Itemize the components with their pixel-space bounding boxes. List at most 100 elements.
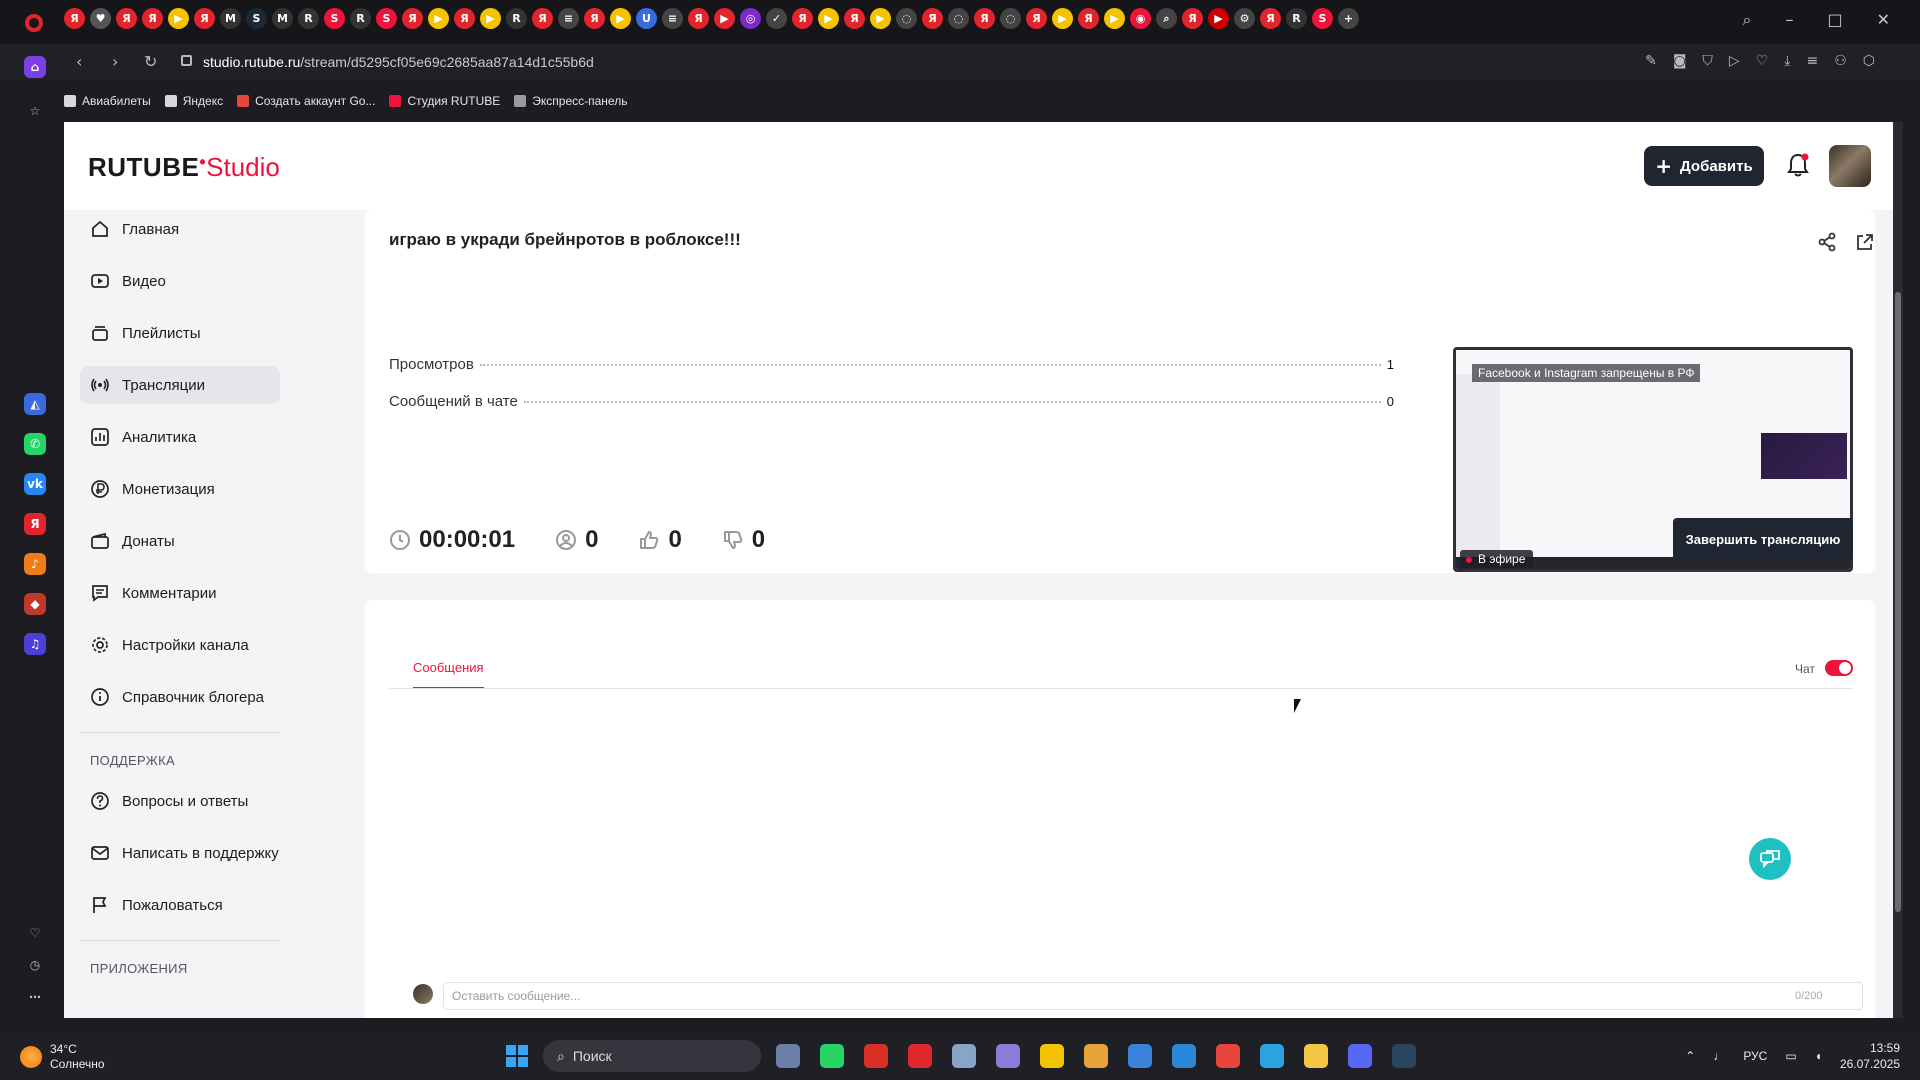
menu-icon[interactable]: ≡ [1806,53,1818,69]
share-icon[interactable] [1817,232,1837,252]
shield-app-icon[interactable] [1128,1044,1152,1068]
tab-favicon-icon[interactable]: ▶ [168,8,189,29]
tab-favicon-icon[interactable]: S [324,8,345,29]
tab-favicon-icon[interactable]: R [1286,8,1307,29]
tab-favicon-icon[interactable]: R [506,8,527,29]
vk-icon[interactable]: vk [24,473,46,495]
edit-icon[interactable]: ✎ [1645,53,1657,69]
tab-favicon-icon[interactable]: M [272,8,293,29]
bookmark-item[interactable]: Студия RUTUBE [389,94,500,108]
opera-icon[interactable] [908,1044,932,1068]
music-app-icon[interactable]: ♪ [24,553,46,575]
forward-icon[interactable]: › [112,52,118,71]
tab-favicon-icon[interactable]: Я [532,8,553,29]
sidebar-item-flag[interactable]: Пожаловаться [80,886,280,924]
tab-favicon-icon[interactable]: Я [116,8,137,29]
mic-icon[interactable]: ♩ [1713,1049,1725,1063]
tab-favicon-icon[interactable]: R [350,8,371,29]
sidebar-item-wallet[interactable]: Донаты [80,522,280,560]
camera-icon[interactable]: ◙ [1673,53,1687,69]
whatsapp-icon[interactable] [820,1044,844,1068]
tab-favicon-icon[interactable]: ▶ [428,8,449,29]
tab-favicon-icon[interactable]: ♥ [90,8,111,29]
tab-favicon-icon[interactable]: ▶ [714,8,735,29]
sidebar-item-video[interactable]: Видео [80,262,280,300]
reload-icon[interactable]: ↻ [144,52,157,71]
weather-widget[interactable]: 34°C Солнечно [20,1042,105,1072]
whatsapp-icon[interactable]: ✆ [24,433,46,455]
search-tabs-icon[interactable]: ⌕ [1743,10,1752,30]
game-app-icon[interactable]: ◆ [24,593,46,615]
tab-favicon-icon[interactable]: ▶ [1104,8,1125,29]
language-indicator[interactable]: РУС [1743,1049,1767,1063]
sidebar-item-info[interactable]: Справочник блогера [80,678,280,716]
close-icon[interactable]: ✕ [1877,10,1890,30]
tab-favicon-icon[interactable]: Я [142,8,163,29]
tab-favicon-icon[interactable]: Я [922,8,943,29]
tab-favicon-icon[interactable]: Я [844,8,865,29]
tab-favicon-icon[interactable]: ≡ [662,8,683,29]
url-field[interactable]: studio.rutube.ru/stream/d5295cf05e69c268… [203,54,594,70]
chevron-up-icon[interactable]: ⌃ [1685,1049,1695,1063]
maximize-icon[interactable]: □ [1827,10,1842,30]
taskbar-search[interactable]: ⌕ Поиск [543,1040,761,1072]
notification-bell-icon[interactable] [1786,152,1810,178]
steam-icon[interactable] [1392,1044,1416,1068]
page-scrollbar[interactable] [1893,122,1903,1018]
tab-favicon-icon[interactable]: ◉ [1130,8,1151,29]
sidebar-item-playlist[interactable]: Плейлисты [80,314,280,352]
tab-favicon-icon[interactable]: Я [194,8,215,29]
tab-favicon-icon[interactable]: ▶ [610,8,631,29]
sidebar-item-gear[interactable]: Настройки канала [80,626,280,664]
tab-favicon-icon[interactable]: ▶ [480,8,501,29]
maps-app-icon[interactable]: ◭ [24,393,46,415]
tab-favicon-icon[interactable]: ≡ [558,8,579,29]
bookmark-item[interactable]: Авиабилеты [64,94,151,108]
tab-favicon-icon[interactable]: Я [688,8,709,29]
tab-favicon-icon[interactable]: M [220,8,241,29]
add-button[interactable]: + Добавить [1644,146,1764,186]
files-app-icon[interactable] [776,1044,800,1068]
sidebar-item-broadcast[interactable]: Трансляции [80,366,280,404]
tab-favicon-icon[interactable]: Я [974,8,995,29]
tab-favicon-icon[interactable]: ▶ [818,8,839,29]
tab-favicon-icon[interactable]: ◌ [948,8,969,29]
telegram-icon[interactable] [1260,1044,1284,1068]
tab-favicon-icon[interactable]: ▶ [870,8,891,29]
extension-box-icon[interactable]: ⬡ [1863,53,1875,69]
tab-favicon-icon[interactable]: Я [584,8,605,29]
tab-messages[interactable]: Сообщения [413,660,484,689]
tab-favicon-icon[interactable]: ▶ [1052,8,1073,29]
rutube-studio-logo[interactable]: RUTUBE•Studio [88,152,280,183]
app-icon-2[interactable] [996,1044,1020,1068]
support-chat-button[interactable] [1749,838,1791,880]
tab-favicon-icon[interactable]: ◌ [896,8,917,29]
tab-favicon-icon[interactable]: S [1312,8,1333,29]
tab-favicon-icon[interactable]: ◌ [1000,8,1021,29]
message-input[interactable] [443,982,1863,1010]
sidebar-item-analytics[interactable]: Аналитика [80,418,280,456]
sidebar-item-mail[interactable]: Написать в поддержку [80,834,280,872]
windows-start-icon[interactable] [506,1045,528,1067]
tab-favicon-icon[interactable]: ◎ [740,8,761,29]
sidebar-item-question[interactable]: Вопросы и ответы [80,782,280,820]
yandex-browser-icon[interactable] [1040,1044,1064,1068]
tab-favicon-icon[interactable]: ▶ [1208,8,1229,29]
play-icon[interactable]: ▷ [1729,53,1740,69]
home-icon[interactable]: ⌂ [24,56,46,78]
external-link-icon[interactable] [1855,232,1875,252]
star-icon[interactable]: ☆ [24,100,46,122]
tab-favicon-icon[interactable]: Я [1078,8,1099,29]
heart-icon[interactable]: ♡ [1756,53,1769,69]
sidebar-item-ruble[interactable]: Монетизация [80,470,280,508]
tab-favicon-icon[interactable]: Я [64,8,85,29]
folder-icon[interactable] [1304,1044,1328,1068]
headphones-icon[interactable]: ♫ [24,633,46,655]
chat-toggle[interactable] [1825,660,1853,676]
tab-favicon-icon[interactable]: Я [1182,8,1203,29]
tab-favicon-icon[interactable]: S [246,8,267,29]
discord-icon[interactable] [1348,1044,1372,1068]
game-icon[interactable] [1084,1044,1108,1068]
history-icon[interactable]: ◷ [24,954,46,976]
sidebar-item-home[interactable]: Главная [80,210,280,248]
